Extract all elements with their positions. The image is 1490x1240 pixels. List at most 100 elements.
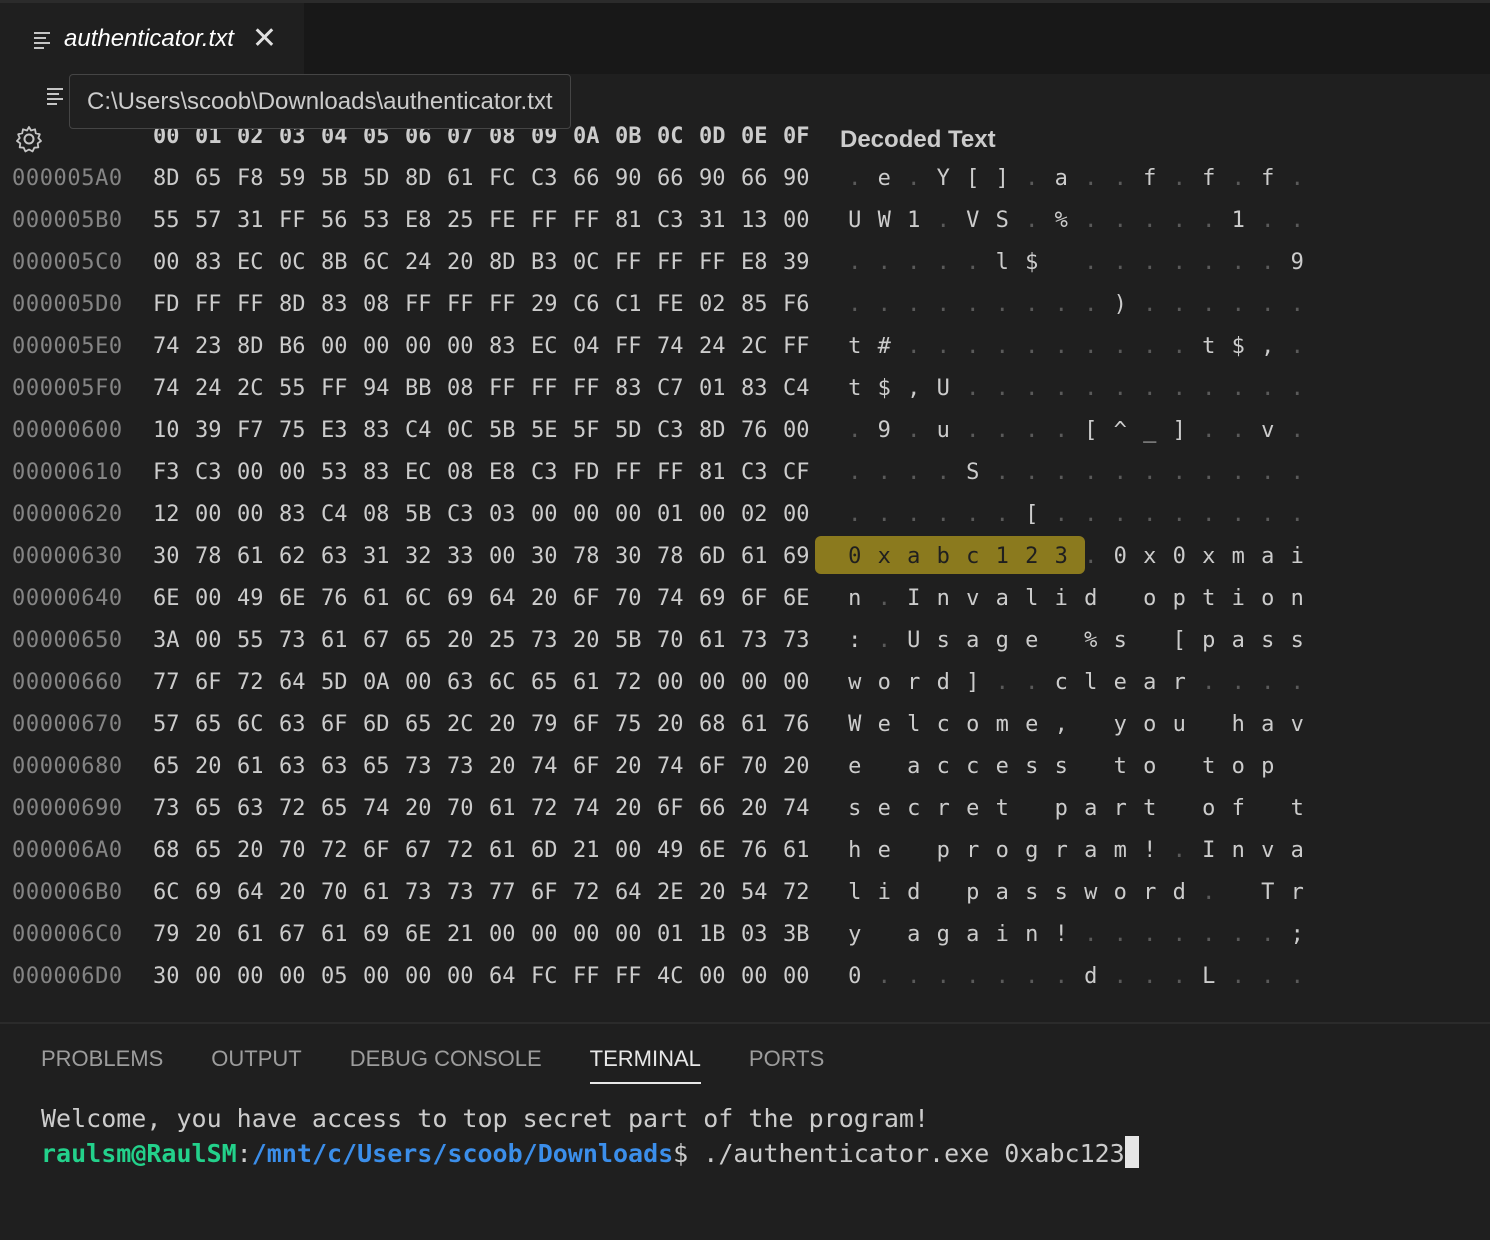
decoded-char[interactable]: . xyxy=(899,292,929,317)
hex-byte[interactable]: FF xyxy=(573,208,615,233)
decoded-char[interactable]: . xyxy=(1194,502,1224,527)
hex-byte[interactable]: FF xyxy=(447,292,489,317)
hex-byte[interactable]: 90 xyxy=(615,166,657,191)
decoded-char[interactable]: . xyxy=(929,502,959,527)
decoded-char[interactable]: . xyxy=(1253,460,1283,485)
hex-byte[interactable]: 64 xyxy=(279,670,321,695)
hex-byte[interactable]: 08 xyxy=(447,376,489,401)
hex-byte[interactable]: 00 xyxy=(615,838,657,863)
decoded-char[interactable]: v xyxy=(1283,712,1313,737)
decoded-char[interactable]: , xyxy=(899,376,929,401)
hex-byte[interactable]: E8 xyxy=(405,208,447,233)
hex-byte[interactable]: 70 xyxy=(447,796,489,821)
decoded-char[interactable]: . xyxy=(899,964,929,989)
decoded-char[interactable]: I xyxy=(899,586,929,611)
decoded-char[interactable]: . xyxy=(1017,166,1047,191)
decoded-char[interactable]: . xyxy=(899,166,929,191)
decoded-char[interactable]: . xyxy=(988,670,1018,695)
hex-byte[interactable]: FF xyxy=(573,376,615,401)
decoded-char[interactable]: l xyxy=(1076,670,1106,695)
hex-byte[interactable]: 65 xyxy=(405,628,447,653)
hex-byte[interactable]: 69 xyxy=(195,880,237,905)
decoded-char[interactable]: a xyxy=(1283,838,1313,863)
decoded-char[interactable]: v xyxy=(1253,418,1283,443)
decoded-char[interactable]: . xyxy=(840,250,870,275)
hex-byte[interactable]: 23 xyxy=(195,334,237,359)
decoded-char[interactable]: 1 xyxy=(899,208,929,233)
hex-byte[interactable]: 90 xyxy=(699,166,741,191)
hex-byte[interactable]: 76 xyxy=(783,712,825,737)
hex-byte[interactable]: 20 xyxy=(405,796,447,821)
gear-icon[interactable] xyxy=(14,124,44,154)
decoded-char[interactable]: x xyxy=(1194,544,1224,569)
hex-byte[interactable]: 76 xyxy=(741,418,783,443)
hex-byte[interactable]: F3 xyxy=(153,460,195,485)
hex-byte[interactable]: 6F xyxy=(195,670,237,695)
hex-byte[interactable]: 61 xyxy=(237,544,279,569)
hex-byte[interactable]: 00 xyxy=(531,922,573,947)
decoded-char[interactable]: d xyxy=(1076,586,1106,611)
decoded-char[interactable] xyxy=(870,754,900,779)
decoded-char[interactable]: . xyxy=(870,628,900,653)
decoded-char[interactable]: . xyxy=(899,418,929,443)
decoded-char[interactable]: o xyxy=(1135,754,1165,779)
decoded-char[interactable]: f xyxy=(1194,166,1224,191)
decoded-char[interactable]: s xyxy=(1047,754,1077,779)
decoded-char[interactable]: . xyxy=(1047,418,1077,443)
decoded-char[interactable]: p xyxy=(958,880,988,905)
hex-byte[interactable]: 6E xyxy=(279,586,321,611)
decoded-char[interactable]: ^ xyxy=(1106,418,1136,443)
hex-byte[interactable]: FE xyxy=(657,292,699,317)
decoded-char[interactable]: V xyxy=(958,208,988,233)
hex-byte[interactable]: 8D xyxy=(489,250,531,275)
hex-byte[interactable]: 6F xyxy=(699,754,741,779)
decoded-char[interactable]: . xyxy=(1165,964,1195,989)
hex-byte[interactable]: 2C xyxy=(447,712,489,737)
hex-byte[interactable]: 6F xyxy=(657,796,699,821)
decoded-char[interactable]: . xyxy=(1194,922,1224,947)
hex-byte[interactable]: 74 xyxy=(657,586,699,611)
decoded-char[interactable]: f xyxy=(1253,166,1283,191)
hex-byte[interactable]: 13 xyxy=(741,208,783,233)
hex-byte[interactable]: 53 xyxy=(363,208,405,233)
decoded-char[interactable]: 9 xyxy=(870,418,900,443)
hex-byte[interactable]: 69 xyxy=(363,922,405,947)
hex-byte[interactable]: 64 xyxy=(237,880,279,905)
hex-byte[interactable]: 70 xyxy=(741,754,783,779)
decoded-char[interactable]: . xyxy=(1165,376,1195,401)
decoded-char[interactable]: w xyxy=(1076,880,1106,905)
hex-byte[interactable]: EC xyxy=(405,460,447,485)
hex-byte[interactable]: C4 xyxy=(783,376,825,401)
hex-byte[interactable]: 24 xyxy=(699,334,741,359)
decoded-char[interactable]: o xyxy=(870,670,900,695)
hex-byte[interactable]: 61 xyxy=(489,838,531,863)
hex-byte[interactable]: 65 xyxy=(531,670,573,695)
hex-byte[interactable]: 00 xyxy=(195,628,237,653)
hex-byte[interactable]: 5D xyxy=(615,418,657,443)
hex-byte[interactable]: 90 xyxy=(783,166,825,191)
hex-byte[interactable]: 69 xyxy=(699,586,741,611)
hex-byte[interactable]: 55 xyxy=(279,376,321,401)
decoded-char[interactable]: t xyxy=(1135,796,1165,821)
decoded-char[interactable]: l xyxy=(899,712,929,737)
decoded-char[interactable]: . xyxy=(1253,208,1283,233)
hex-byte[interactable]: 61 xyxy=(447,166,489,191)
hex-byte[interactable]: 30 xyxy=(531,544,573,569)
decoded-char[interactable]: . xyxy=(1165,460,1195,485)
decoded-char[interactable]: 1 xyxy=(1224,208,1254,233)
hex-byte[interactable]: 70 xyxy=(657,628,699,653)
hex-byte[interactable]: 31 xyxy=(237,208,279,233)
hex-byte[interactable]: FF xyxy=(615,964,657,989)
decoded-char[interactable]: U xyxy=(840,208,870,233)
hex-byte[interactable]: 5B xyxy=(615,628,657,653)
decoded-char[interactable]: c xyxy=(899,796,929,821)
hex-byte[interactable]: 83 xyxy=(195,250,237,275)
hex-byte[interactable]: 6F xyxy=(573,712,615,737)
decoded-char[interactable]: i xyxy=(870,880,900,905)
decoded-char[interactable]: m xyxy=(1224,544,1254,569)
decoded-char[interactable]: i xyxy=(988,922,1018,947)
hex-byte[interactable]: 24 xyxy=(405,250,447,275)
decoded-char[interactable]: a xyxy=(1076,838,1106,863)
hex-byte[interactable]: 0C xyxy=(279,250,321,275)
hex-byte[interactable]: 20 xyxy=(657,712,699,737)
